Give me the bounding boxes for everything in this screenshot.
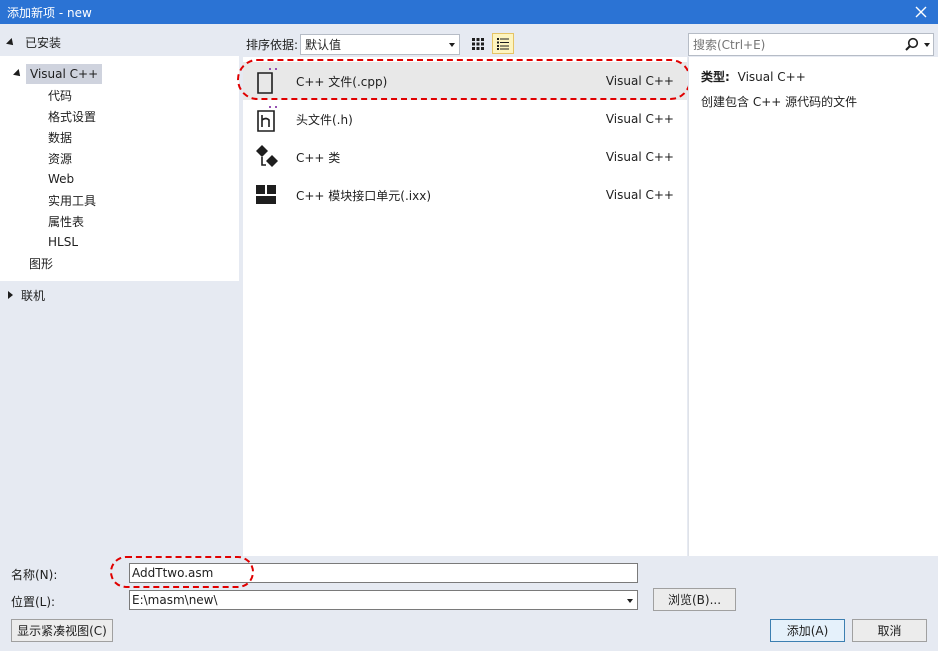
template-name: C++ 类 [296,150,341,165]
search-icon[interactable] [905,37,919,54]
tree-item-label: Web [48,172,75,186]
list-view-icon[interactable] [492,33,514,54]
template-language: Visual C++ [605,188,674,202]
installed-label: 已安装 [25,36,62,50]
location-label: 位置(L): [11,595,56,609]
grid-view-icon[interactable] [467,33,489,54]
template-language: Visual C++ [605,150,674,164]
tree-item-label: 属性表 [48,214,85,229]
tree-item-visual-cpp[interactable]: Visual C++ [26,64,103,84]
tree-item-label: 代码 [48,88,73,103]
template-item-header-file[interactable]: 头文件(.h) Visual C++ [243,100,687,138]
title-bar: 添加新项 - new [0,0,938,24]
tree-item-label: Visual C++ [30,67,99,81]
cpp-file-icon [254,67,280,95]
tree-item-utility[interactable]: 实用工具 [48,190,96,210]
details-pane: 类型: Visual C++ 创建包含 C++ 源代码的文件 [688,57,938,556]
search-box[interactable] [688,33,934,56]
online-label: 联机 [21,288,46,303]
search-input[interactable] [693,37,903,52]
collapse-arrow-icon[interactable] [13,69,23,79]
template-item-module-unit[interactable]: C++ 模块接口单元(.ixx) Visual C++ [243,176,687,214]
tree-item-code[interactable]: 代码 [48,85,72,105]
template-name: 头文件(.h) [296,112,353,127]
tree-item-label: 实用工具 [48,193,97,208]
add-button[interactable]: 添加(A) [770,619,845,642]
cpp-class-icon [254,143,280,171]
template-language: Visual C++ [605,74,674,88]
tree-item-resource[interactable]: 资源 [48,148,72,168]
name-field[interactable] [129,563,638,583]
installed-header[interactable]: 已安装 [0,30,239,55]
header-file-icon [254,105,280,133]
online-header[interactable]: 联机 [0,285,239,305]
details-type-label: 类型: [701,70,730,84]
name-label: 名称(N): [11,568,58,582]
compact-view-button[interactable]: 显示紧凑视图(C) [11,619,113,642]
window-title: 添加新项 - new [7,6,92,20]
tree-item-label: 数据 [48,130,73,145]
sort-dropdown[interactable]: 默认值 [300,33,461,55]
module-unit-icon [254,181,280,209]
details-type-value: Visual C++ [737,70,806,84]
sort-bar: 排序依据: 默认值 [246,32,461,56]
expand-arrow-icon[interactable] [8,291,13,299]
cancel-button[interactable]: 取消 [852,619,927,642]
chevron-down-icon[interactable] [924,43,930,47]
tree-item-label: 图形 [29,256,54,271]
collapse-arrow-icon[interactable] [6,37,16,48]
tree-item-hlsl[interactable]: HLSL [48,232,78,252]
details-type-row: 类型: Visual C++ [701,68,806,85]
location-input[interactable] [130,591,637,609]
details-description: 创建包含 C++ 源代码的文件 [701,95,858,109]
chevron-down-icon[interactable] [627,599,633,603]
location-field[interactable] [129,590,638,610]
tree-item-formatting[interactable]: 格式设置 [48,106,96,126]
tree-root-expander[interactable] [13,64,23,84]
template-item-cpp-class[interactable]: C++ 类 Visual C++ [243,138,687,176]
close-icon[interactable] [904,0,938,24]
chevron-down-icon [449,42,456,47]
tree-item-web[interactable]: Web [48,169,74,189]
template-item-cpp-file[interactable]: C++ 文件(.cpp) Visual C++ [243,62,687,100]
sort-label: 排序依据: [246,37,299,52]
tree-item-graphics[interactable]: 图形 [29,253,53,273]
tree-item-label: 资源 [48,151,73,166]
template-list: C++ 文件(.cpp) Visual C++ 头文件(.h) Visual C… [243,57,687,556]
sort-value: 默认值 [305,37,342,52]
tree-item-label: 格式设置 [48,109,97,124]
template-tree: Visual C++ 代码 格式设置 数据 资源 Web 实用工具 属性表 HL… [0,56,239,281]
browse-button[interactable]: 浏览(B)... [653,588,736,611]
template-name: C++ 模块接口单元(.ixx) [296,188,432,203]
tree-item-property-sheet[interactable]: 属性表 [48,211,84,231]
template-language: Visual C++ [605,112,674,126]
tree-item-data[interactable]: 数据 [48,127,72,147]
tree-item-label: HLSL [48,235,79,249]
name-input[interactable] [130,564,637,582]
template-name: C++ 文件(.cpp) [296,74,388,89]
